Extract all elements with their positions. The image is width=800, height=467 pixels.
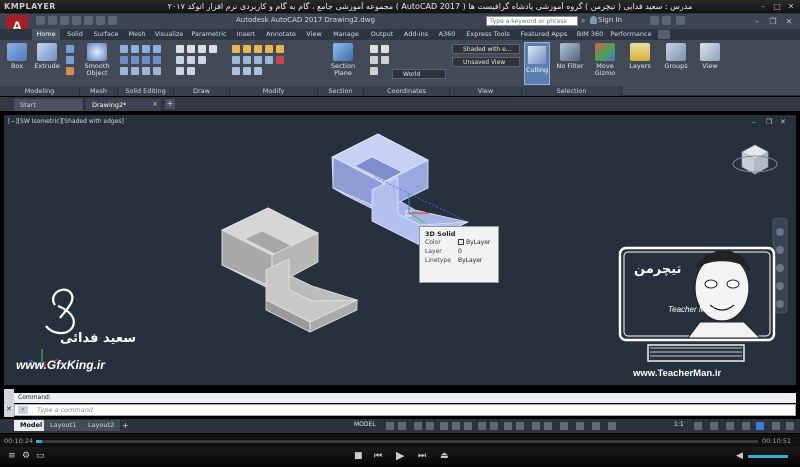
tooltip-value: 0 bbox=[458, 248, 462, 255]
watermark-teacherman-logo-text: تیچرمن bbox=[634, 262, 682, 277]
tooltip-row-color: Color ByLayer bbox=[420, 238, 498, 247]
viewcube[interactable] bbox=[732, 144, 778, 175]
command-history: Command: bbox=[14, 393, 796, 403]
color-swatch-icon bbox=[458, 239, 464, 245]
workspace-switching-icon[interactable] bbox=[694, 422, 702, 430]
layout-tab-layout1[interactable]: Layout1 bbox=[44, 420, 83, 431]
elapsed-time: 00:10:24 bbox=[4, 437, 34, 445]
subtitle-icon[interactable]: ▭ bbox=[36, 451, 45, 461]
annotation-scale-icon[interactable] bbox=[608, 422, 616, 430]
tooltip-row-linetype: Linetype ByLayer bbox=[420, 256, 498, 265]
customization-icon[interactable] bbox=[786, 422, 794, 430]
model-space-button[interactable]: MODEL bbox=[354, 421, 376, 428]
grid-icon[interactable] bbox=[386, 422, 394, 430]
auto-scale-icon[interactable] bbox=[592, 422, 600, 430]
play-icon[interactable]: ▶ bbox=[396, 449, 404, 462]
watermark-gfxking-url: www.GfxKing.ir bbox=[16, 358, 105, 372]
annotation-visibility-icon[interactable] bbox=[576, 422, 584, 430]
watermark-author-name: سعید فدائی bbox=[60, 331, 136, 346]
lineweight-icon[interactable] bbox=[532, 422, 540, 430]
eject-icon[interactable]: ⏏ bbox=[440, 451, 449, 461]
total-time: 00:10:51 bbox=[762, 437, 792, 445]
watermark-teacherman-name: Teacher Man bbox=[668, 305, 715, 314]
previous-icon[interactable]: ⏮ bbox=[374, 451, 382, 461]
command-input[interactable]: Type a command bbox=[14, 404, 796, 416]
watermark-teacherman-url: www.TeacherMan.ir bbox=[633, 368, 722, 379]
clean-screen-icon[interactable] bbox=[772, 422, 780, 430]
tooltip-key: Linetype bbox=[425, 257, 451, 264]
add-layout-icon[interactable]: + bbox=[122, 421, 129, 430]
seek-bar[interactable] bbox=[36, 440, 758, 443]
tooltip-title: 3D Solid bbox=[425, 230, 456, 238]
selection-filter-icon[interactable] bbox=[504, 422, 512, 430]
transparency-icon[interactable] bbox=[544, 422, 552, 430]
settings-icon[interactable]: ⚙ bbox=[22, 451, 30, 461]
tooltip-key: Layer bbox=[425, 248, 442, 255]
graphics-performance-icon[interactable] bbox=[756, 422, 764, 430]
units-icon[interactable] bbox=[726, 422, 734, 430]
annotation-scale-value[interactable]: 1:1 bbox=[674, 421, 684, 428]
tooltip-row-layer: Layer 0 bbox=[420, 247, 498, 256]
dynamic-ucs-icon[interactable] bbox=[490, 422, 498, 430]
wrench-icon[interactable]: ✕ bbox=[6, 405, 12, 413]
isodraft-icon[interactable] bbox=[440, 422, 448, 430]
quick-properties-icon[interactable] bbox=[742, 422, 750, 430]
tooltip-value: ByLayer bbox=[466, 239, 491, 246]
gray-3d-solid[interactable] bbox=[221, 207, 359, 333]
tooltip-value: ByLayer bbox=[458, 257, 483, 264]
annotation-monitor-icon[interactable] bbox=[710, 422, 718, 430]
polar-icon[interactable] bbox=[426, 422, 434, 430]
stop-icon[interactable]: ■ bbox=[354, 451, 363, 461]
gizmo-icon[interactable] bbox=[516, 422, 524, 430]
tooltip-key: Color bbox=[425, 239, 441, 246]
command-prompt-icon[interactable]: › bbox=[18, 406, 28, 414]
3d-osnap-icon[interactable] bbox=[478, 422, 486, 430]
object-snap-tracking-icon[interactable] bbox=[452, 422, 460, 430]
osnap-icon[interactable] bbox=[464, 422, 472, 430]
snap-icon[interactable] bbox=[398, 422, 406, 430]
playlist-icon[interactable]: ≡ bbox=[8, 451, 16, 461]
selection-cycling-icon[interactable] bbox=[560, 422, 568, 430]
volume-slider[interactable] bbox=[748, 455, 788, 458]
quick-properties-tooltip: 3D Solid Color ByLayer Layer 0 Linetype … bbox=[419, 226, 499, 283]
gfxking-logo bbox=[45, 288, 75, 335]
layout-tab-layout2[interactable]: Layout2 bbox=[82, 420, 121, 431]
seek-bar-fill bbox=[36, 440, 42, 443]
next-icon[interactable]: ⏭ bbox=[418, 451, 426, 461]
volume-icon[interactable]: ◀ bbox=[736, 451, 743, 461]
ortho-icon[interactable] bbox=[414, 422, 422, 430]
